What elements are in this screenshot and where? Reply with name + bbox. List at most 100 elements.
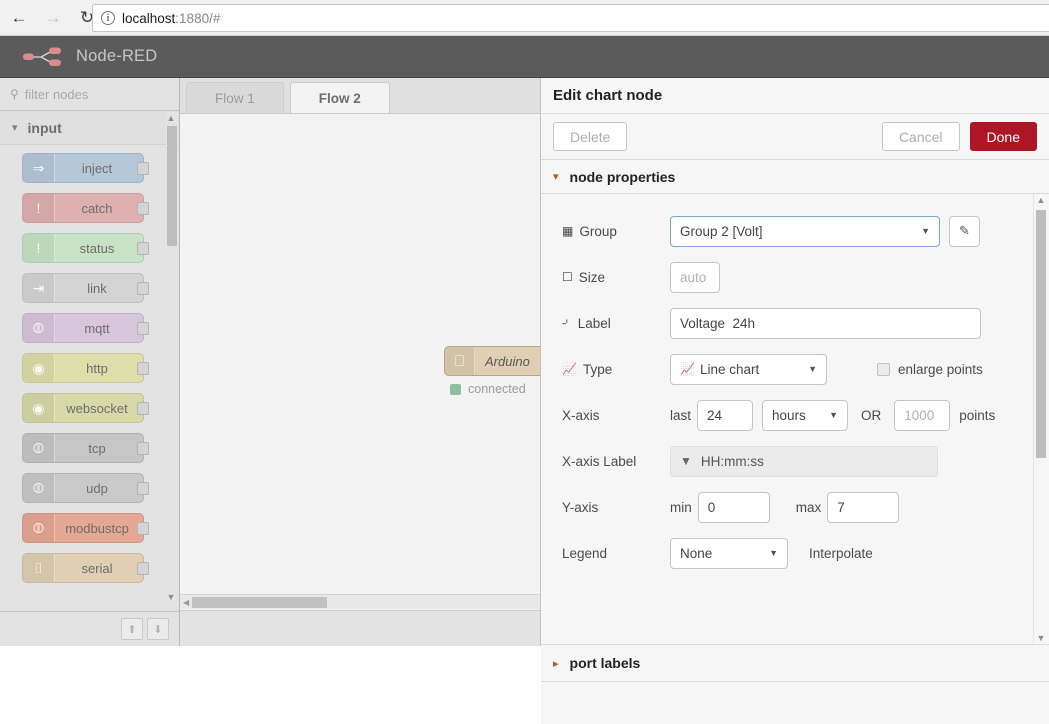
palette-node-label: serial (81, 560, 113, 576)
dialog-title: Edit chart node (541, 78, 1049, 114)
legend-label: Legend (562, 546, 670, 561)
size-input-placeholder: auto (680, 269, 707, 285)
dialog-form-scroll-area: ▦ Group Group 2 [Volt] ▼ ✎ ☐ Size auto ⌏… (541, 194, 1049, 644)
cancel-button[interactable]: Cancel (881, 122, 960, 151)
xaxis-label-label: X-axis Label (562, 454, 670, 469)
dialog-scroll-thumb[interactable] (1036, 210, 1046, 458)
flow-tab-bar: Flow 1 Flow 2 (180, 78, 540, 114)
xaxis-last-value: 24 (707, 407, 723, 423)
edit-chart-node-dialog: Edit chart node Delete Cancel Done ▾ nod… (540, 78, 1049, 724)
palette-node-link[interactable]: ⇥ link (22, 273, 149, 303)
flow-node-serial[interactable]: ⎕ Arduino (444, 346, 540, 376)
palette-node-http[interactable]: ◉ http (22, 353, 149, 383)
palette-category-label: input (27, 119, 62, 136)
palette-category-input[interactable]: ▾ input (0, 111, 179, 145)
scroll-down-icon[interactable]: ▼ (166, 591, 176, 603)
xaxis-label-value: HH:mm:ss (700, 453, 764, 469)
xaxis-label-select[interactable]: ▼ HH:mm:ss (670, 445, 938, 477)
info-icon[interactable]: i (101, 11, 115, 25)
flow-tab-2-label: Flow 2 (318, 90, 361, 106)
palette-node-label: inject (81, 160, 113, 176)
palette-node-label: mqtt (84, 320, 110, 336)
size-input[interactable]: auto (670, 261, 720, 293)
yaxis-min-input[interactable]: 0 (697, 491, 770, 523)
palette-node-serial[interactable]: ⌷ serial (22, 553, 149, 583)
palette-node-status[interactable]: ! status (22, 233, 149, 263)
group-select[interactable]: Group 2 [Volt] ▼ (670, 215, 940, 247)
scroll-up-icon[interactable]: ▲ (1036, 194, 1046, 206)
delete-button[interactable]: Delete (553, 122, 628, 151)
field-row-size: ☐ Size auto (541, 254, 1034, 300)
xaxis-points-suffix: points (959, 407, 996, 423)
chevron-down-icon: ▾ (553, 171, 559, 183)
type-select[interactable]: 📈 Line chart ▼ (670, 353, 827, 385)
port-labels-section-header[interactable]: ▸ port labels (541, 644, 1049, 682)
checkbox-box-icon (877, 362, 890, 376)
caret-down-icon: ▼ (680, 454, 692, 468)
interpolate-label: Interpolate (809, 545, 873, 561)
yaxis-max-input[interactable]: 7 (827, 491, 900, 523)
collapse-all-icon[interactable]: ⬆ (121, 618, 143, 640)
palette-node-port (137, 242, 149, 255)
field-row-xaxis: X-axis last 24 hours ▼ OR 1000 points (541, 392, 1034, 438)
flow-tab-1[interactable]: Flow 1 (186, 82, 284, 113)
yaxis-label-text: Y-axis (562, 499, 599, 515)
exclamation-icon: ! (23, 194, 55, 222)
palette-node-port (137, 562, 149, 575)
field-row-type: 📈 Type 📈 Line chart ▼ enlarge points (541, 346, 1034, 392)
palette-node-port (137, 202, 149, 215)
flow-canvas[interactable]: ⎕ Arduino connected (180, 114, 540, 609)
scroll-left-icon[interactable]: ◀ (183, 598, 189, 607)
serial-pulse-icon: ⎕ (445, 347, 475, 375)
scroll-up-icon[interactable]: ▲ (166, 112, 176, 124)
palette-node-label: http (86, 360, 108, 376)
palette-node-modbustcp[interactable]: ⦷ modbustcp (22, 513, 149, 543)
link-arrow-icon: ⇥ (23, 274, 55, 302)
palette-node-label: modbustcp (65, 520, 129, 536)
xaxis-unit-select[interactable]: hours ▼ (762, 399, 849, 431)
palette-node-mqtt[interactable]: ⦷ mqtt (22, 313, 149, 343)
expand-all-icon[interactable]: ⬇ (147, 618, 169, 640)
filter-nodes-input[interactable]: ⚲ filter nodes (0, 78, 179, 111)
palette-node-udp[interactable]: ⦷ udp (22, 473, 149, 503)
flow-tab-1-label: Flow 1 (215, 90, 255, 106)
signal-wave-icon: ⦷ (23, 514, 55, 542)
palette-node-inject[interactable]: ⇒ inject (22, 153, 149, 183)
enlarge-points-checkbox[interactable]: enlarge points (877, 362, 983, 377)
canvas-scroll-thumb[interactable] (192, 596, 328, 608)
flow-tab-2[interactable]: Flow 2 (289, 82, 390, 113)
label-input[interactable]: Voltage 24h (670, 307, 981, 339)
palette-node-port (137, 162, 149, 175)
done-button[interactable]: Done (969, 122, 1037, 151)
search-icon: ⚲ (10, 87, 19, 101)
xaxis-points-input[interactable]: 1000 (894, 399, 951, 431)
line-chart-icon: 📈 (562, 362, 577, 376)
legend-select[interactable]: None ▼ (670, 537, 788, 569)
node-properties-label: node properties (569, 168, 676, 185)
palette-node-label: link (87, 280, 107, 296)
dialog-footer (541, 682, 1049, 724)
edit-group-button[interactable]: ✎ (949, 215, 980, 247)
palette-scroll-thumb[interactable] (167, 126, 177, 246)
palette-node-websocket[interactable]: ◉ websocket (22, 393, 149, 423)
scroll-down-icon[interactable]: ▼ (1036, 632, 1046, 644)
xaxis-last-prefix: last (670, 407, 692, 423)
node-red-logo-icon (23, 47, 61, 66)
chevron-down-icon: ▾ (12, 122, 18, 134)
node-properties-section-header[interactable]: ▾ node properties (541, 160, 1049, 194)
flow-node-label: Arduino (485, 353, 530, 369)
field-row-xaxis-label: X-axis Label ▼ HH:mm:ss (541, 438, 1034, 484)
group-label: ▦ Group (562, 224, 670, 239)
palette-node-port (137, 322, 149, 335)
xaxis-last-input[interactable]: 24 (697, 399, 754, 431)
palette-node-tcp[interactable]: ⦷ tcp (22, 433, 149, 463)
canvas-horizontal-scrollbar[interactable]: ◀ (180, 594, 540, 609)
globe-icon: ◉ (23, 394, 55, 422)
status-dot-icon (450, 383, 461, 395)
caret-down-icon: ▼ (921, 226, 930, 236)
palette-node-catch[interactable]: ! catch (22, 193, 149, 223)
palette-node-port (137, 522, 149, 535)
address-bar[interactable]: i localhost:1880/# (92, 4, 1049, 32)
back-icon[interactable]: ← (4, 3, 34, 33)
palette-footer: ⬆ ⬇ (0, 611, 179, 646)
